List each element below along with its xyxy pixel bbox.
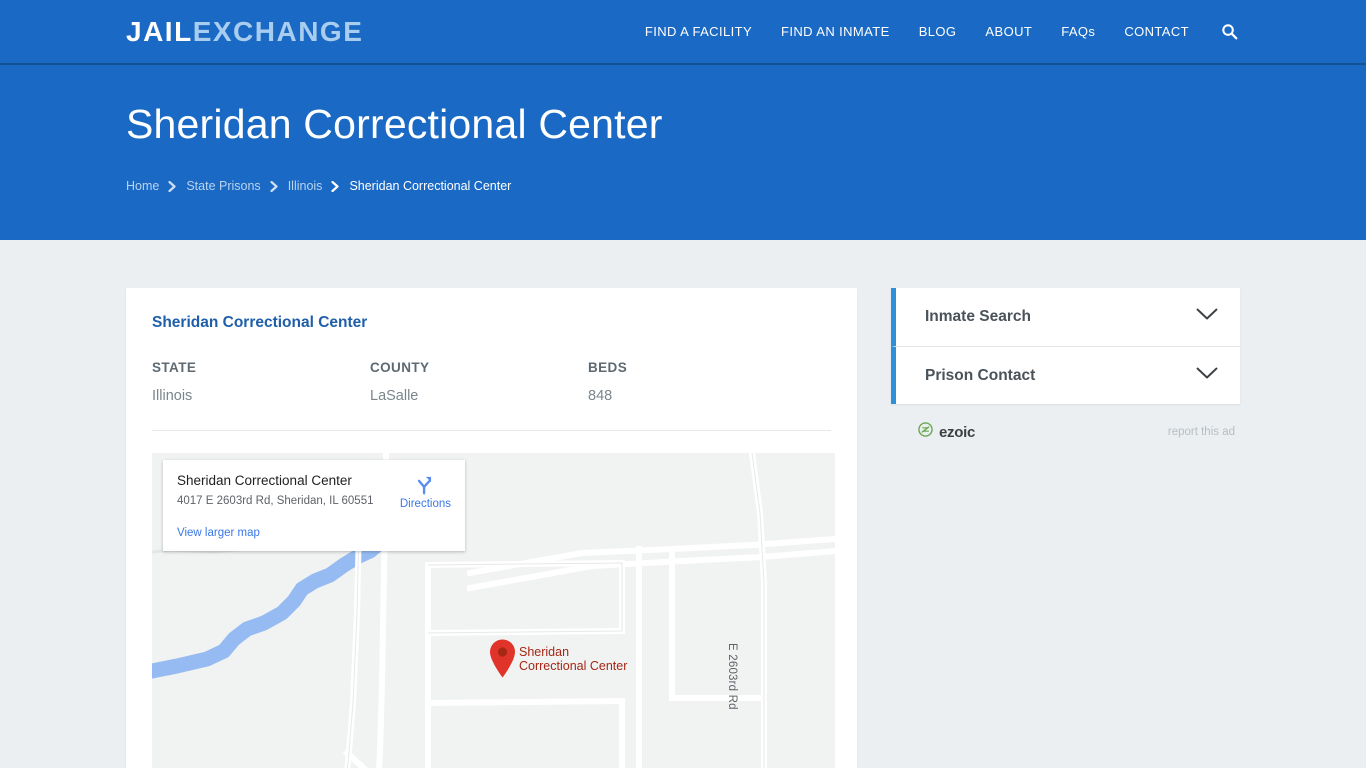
- facility-specs: STATE Illinois COUNTY LaSalle BEDS 848: [152, 360, 831, 431]
- map-road-label: E 2603rd Rd: [726, 643, 738, 710]
- accordion-title: Inmate Search: [925, 308, 1031, 325]
- breadcrumb-item-state-prisons[interactable]: State Prisons: [186, 179, 260, 193]
- page-body: Sheridan Correctional Center STATE Illin…: [0, 240, 1366, 768]
- sidebar: Inmate Search Prison Contact ezoic repor…: [891, 288, 1240, 442]
- ad-attribution-row: ezoic report this ad: [891, 422, 1240, 442]
- content-container: Sheridan Correctional Center STATE Illin…: [126, 288, 1240, 768]
- spec-value: LaSalle: [370, 388, 419, 404]
- facility-name-heading[interactable]: Sheridan Correctional Center: [152, 314, 831, 332]
- breadcrumb-item-illinois[interactable]: Illinois: [288, 179, 323, 193]
- directions-fork-icon: [418, 476, 432, 495]
- location-map[interactable]: Sheridan Correctional Center 4017 E 2603…: [152, 453, 835, 768]
- directions-label: Directions: [399, 498, 451, 510]
- logo-text-primary: JAIL: [126, 15, 193, 47]
- ezoic-logo[interactable]: ezoic: [918, 422, 975, 442]
- sidebar-accordion: Inmate Search Prison Contact: [891, 288, 1240, 404]
- ezoic-wordmark: ezoic: [939, 423, 976, 441]
- marker-label-line-1: Sheridan: [519, 645, 570, 659]
- spec-label: COUNTY: [370, 360, 430, 375]
- logo-text-secondary: EXCHANGE: [192, 15, 364, 47]
- nav-item-faqs[interactable]: FAQs: [1061, 24, 1095, 39]
- hero-section: Sheridan Correctional Center Home State …: [0, 65, 1366, 240]
- spec-label: STATE: [152, 360, 197, 375]
- map-card-title: Sheridan Correctional Center: [177, 473, 352, 488]
- accordion-inmate-search[interactable]: Inmate Search: [891, 288, 1240, 346]
- report-this-ad-link[interactable]: report this ad: [1168, 426, 1235, 438]
- accordion-prison-contact[interactable]: Prison Contact: [891, 346, 1240, 404]
- spec-value: 848: [588, 388, 613, 404]
- map-marker[interactable]: Sheridan Correctional Center: [489, 639, 627, 679]
- facility-card: Sheridan Correctional Center STATE Illin…: [126, 288, 857, 768]
- chevron-down-icon[interactable]: [1196, 367, 1218, 385]
- chevron-right-icon: [168, 180, 177, 192]
- nav-item-contact[interactable]: CONTACT: [1124, 24, 1189, 39]
- nav-item-find-a-facility[interactable]: FIND A FACILITY: [645, 24, 752, 39]
- nav-item-blog[interactable]: BLOG: [919, 24, 957, 39]
- chevron-right-icon: [270, 180, 279, 192]
- view-larger-map-link[interactable]: View larger map: [177, 527, 451, 539]
- nav-item-find-an-inmate[interactable]: FIND AN INMATE: [781, 24, 890, 39]
- ezoic-circle-icon: [918, 422, 933, 442]
- spec-label: BEDS: [588, 360, 628, 375]
- site-logo[interactable]: JAILEXCHANGE: [126, 15, 364, 47]
- main-navigation: FIND A FACILITY FIND AN INMATE BLOG ABOU…: [645, 21, 1240, 43]
- spec-state: STATE Illinois: [152, 360, 370, 404]
- map-info-card: Sheridan Correctional Center 4017 E 2603…: [163, 460, 465, 551]
- accordion-title: Prison Contact: [925, 366, 1036, 384]
- breadcrumb-item-current: Sheridan Correctional Center: [349, 179, 512, 194]
- breadcrumb-item-home[interactable]: Home: [126, 179, 159, 193]
- search-icon[interactable]: [1218, 21, 1240, 43]
- chevron-down-icon[interactable]: [1196, 308, 1218, 326]
- nav-item-about[interactable]: ABOUT: [985, 24, 1032, 39]
- breadcrumb: Home State Prisons Illinois Sheridan Cor…: [126, 179, 1366, 193]
- spec-value: Illinois: [152, 388, 193, 404]
- directions-button[interactable]: Directions: [400, 473, 451, 510]
- chevron-right-icon: [331, 180, 340, 192]
- map-card-address: 4017 E 2603rd Rd, Sheridan, IL 60551: [177, 495, 374, 508]
- page-title: Sheridan Correctional Center: [126, 101, 663, 147]
- map-marker-label: Sheridan Correctional Center: [519, 645, 627, 674]
- spec-beds: BEDS 848: [588, 360, 806, 404]
- spec-county: COUNTY LaSalle: [370, 360, 588, 404]
- marker-label-line-2: Correctional Center: [519, 659, 628, 674]
- map-pin-icon: [490, 639, 515, 678]
- site-header: JAILEXCHANGE FIND A FACILITY FIND AN INM…: [0, 0, 1366, 65]
